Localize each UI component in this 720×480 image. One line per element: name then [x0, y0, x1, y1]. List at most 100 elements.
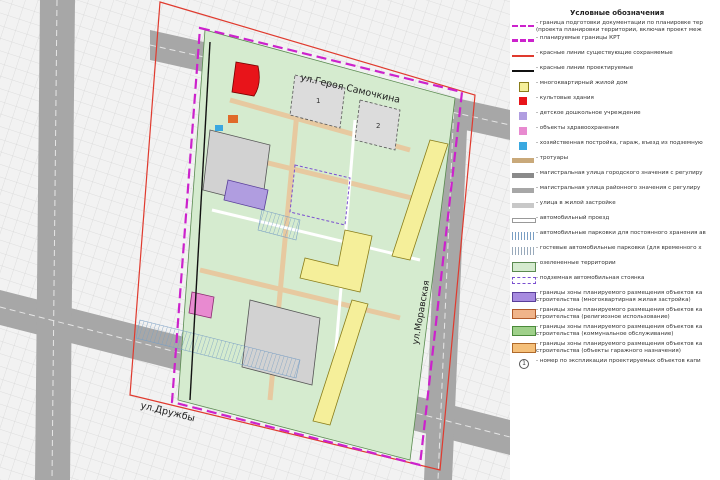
legend-item: - автомобильный проезд — [510, 215, 720, 226]
legend-text: - автомобильные парковки для постоянного… — [536, 230, 706, 237]
legend-text-line: - магистральная улица районного значения… — [536, 185, 701, 191]
legend-text-line: - номер по экспликации проектируемых объ… — [536, 358, 701, 364]
legend-text-line: - многоквартирный жилой дом — [536, 80, 628, 86]
legend-text-line: - улица в жилой застройке — [536, 200, 616, 206]
legend-symbol — [512, 70, 534, 72]
legend-item: - границы зоны планируемого размещения о… — [510, 307, 720, 320]
legend-item: - хозяйственная постройка, гараж, въезд … — [510, 140, 720, 151]
legend-text-line: - граница подготовки документации по пла… — [536, 20, 703, 26]
legend-text-line: - хозяйственная постройка, гараж, въезд … — [536, 140, 703, 146]
legend-text-line: (проекта планировки территории, включая … — [536, 26, 702, 33]
utility-structure — [215, 125, 223, 131]
legend-item: - культовые здания — [510, 95, 720, 106]
legend-text: - границы зоны планируемого размещения о… — [536, 290, 702, 303]
legend-item: - планируемые границы КРТ — [510, 35, 720, 46]
legend-text-line: - границы зоны планируемого размещения о… — [536, 341, 703, 347]
building-number-1: 1 — [316, 97, 320, 105]
legend-symbol — [519, 97, 527, 105]
legend-item: - границы зоны планируемого размещения о… — [510, 290, 720, 303]
legend-text-line: - объекты здравоохранения — [536, 125, 619, 131]
legend-text: - подземная автомобильная стоянка — [536, 275, 644, 282]
legend-text: - детское дошкольное учреждение — [536, 110, 641, 117]
legend-text: - красные линии проектируемые — [536, 65, 633, 72]
legend-text-line: строительства (многоквартирная жилая зас… — [536, 296, 691, 303]
legend-symbol — [512, 158, 534, 163]
legend-text-line: строительства (коммунальное обслуживание… — [536, 330, 674, 337]
legend-text-line: - границы зоны планируемого размещения о… — [536, 324, 703, 330]
legend-text-line: - озелененные территории — [536, 260, 616, 266]
legend-symbol — [512, 173, 534, 178]
legend-text-line: - автомобильные парковки для постоянного… — [536, 230, 706, 236]
legend-text-line: - детское дошкольное учреждение — [536, 110, 641, 116]
legend-text: - многоквартирный жилой дом — [536, 80, 628, 87]
legend-item: - озелененные территории — [510, 260, 720, 272]
legend-text: - планируемые границы КРТ — [536, 35, 620, 42]
legend-item: 1 - номер по экспликации проектируемых об… — [510, 358, 720, 369]
legend-symbol — [512, 277, 536, 284]
legend-text: - объекты здравоохранения — [536, 125, 619, 132]
legend-symbol — [512, 232, 534, 240]
legend-text-line: - автомобильный проезд — [536, 215, 610, 221]
healthcare-building[interactable] — [188, 291, 215, 319]
legend-item: - границы зоны планируемого размещения о… — [510, 324, 720, 337]
legend-text: - магистральная улица городского значени… — [536, 170, 703, 177]
legend-text: - границы зоны планируемого размещения о… — [536, 341, 702, 354]
legend-text-line: строительства (религиозное использование… — [536, 313, 670, 320]
legend-text-line: - культовые здания — [536, 95, 594, 101]
legend-item: - красные линии существующие сохраняемые — [510, 50, 720, 61]
legend-text-line: - гостевые автомобильные парковки (для в… — [536, 245, 702, 251]
legend-item: - границы зоны планируемого размещения о… — [510, 341, 720, 354]
legend-text: - граница подготовки документации по пла… — [536, 20, 703, 33]
legend-symbol — [512, 262, 536, 272]
legend-item: - автомобильные парковки для постоянного… — [510, 230, 720, 241]
site-plan-map: 1 2 ул.Героя Самочкина ул.Моравская ул.Д… — [0, 0, 510, 480]
legend-text-line: строительства (объекты гаражного назначе… — [536, 347, 681, 354]
legend-text: - номер по экспликации проектируемых объ… — [536, 358, 701, 365]
legend-item: - детское дошкольное учреждение — [510, 110, 720, 121]
legend-symbol — [512, 309, 536, 319]
legend-symbol — [519, 82, 529, 92]
legend-symbol — [512, 218, 536, 223]
legend-text-line: - планируемые границы КРТ — [536, 35, 620, 41]
legend-text: - культовые здания — [536, 95, 594, 102]
building-number-2: 2 — [376, 122, 380, 130]
legend-text-line: - границы зоны планируемого размещения о… — [536, 307, 703, 313]
legend-text: - улица в жилой застройке — [536, 200, 616, 207]
legend-item: - гостевые автомобильные парковки (для в… — [510, 245, 720, 256]
kindergarten-marker — [228, 115, 238, 123]
legend-symbol — [519, 127, 527, 135]
legend-text-line: - магистральная улица городского значени… — [536, 170, 703, 176]
legend-item: - объекты здравоохранения — [510, 125, 720, 136]
legend-text: - хозяйственная постройка, гараж, въезд … — [536, 140, 703, 147]
legend-item: - красные линии проектируемые — [510, 65, 720, 76]
legend-text-line: - красные линии существующие сохраняемые — [536, 50, 673, 56]
legend-item: - граница подготовки документации по пла… — [510, 20, 720, 33]
legend-symbol — [512, 292, 536, 302]
legend-text: - границы зоны планируемого размещения о… — [536, 307, 702, 320]
legend-item: - магистральная улица городского значени… — [510, 170, 720, 181]
legend-symbol — [512, 188, 534, 193]
cultural-building[interactable] — [231, 61, 260, 97]
legend-text-line: - границы зоны планируемого размещения о… — [536, 290, 703, 296]
legend-panel: Условные обозначения - граница подготовк… — [510, 0, 720, 480]
legend-symbol — [512, 25, 534, 27]
legend-symbol — [519, 142, 527, 150]
legend-text: - тротуары — [536, 155, 568, 162]
legend-text: - озелененные территории — [536, 260, 616, 267]
legend-text-line: - тротуары — [536, 155, 568, 161]
legend-symbol — [512, 343, 536, 353]
legend-text: - границы зоны планируемого размещения о… — [536, 324, 702, 337]
legend-text: - магистральная улица районного значения… — [536, 185, 700, 192]
legend-symbol — [512, 247, 534, 255]
legend-item: - тротуары — [510, 155, 720, 166]
legend-text-line: - красные линии проектируемые — [536, 65, 634, 71]
master-plan-sheet: 1 2 ул.Героя Самочкина ул.Моравская ул.Д… — [0, 0, 720, 480]
legend-text: - автомобильный проезд — [536, 215, 609, 222]
legend-symbol: 1 — [519, 359, 529, 369]
legend-item: - подземная автомобильная стоянка — [510, 275, 720, 286]
legend-title: Условные обозначения — [570, 9, 665, 17]
legend-text-line: - подземная автомобильная стоянка — [536, 275, 645, 281]
legend-symbol — [512, 326, 536, 336]
legend-text: - гостевые автомобильные парковки (для в… — [536, 245, 702, 252]
legend-item: - магистральная улица районного значения… — [510, 185, 720, 196]
